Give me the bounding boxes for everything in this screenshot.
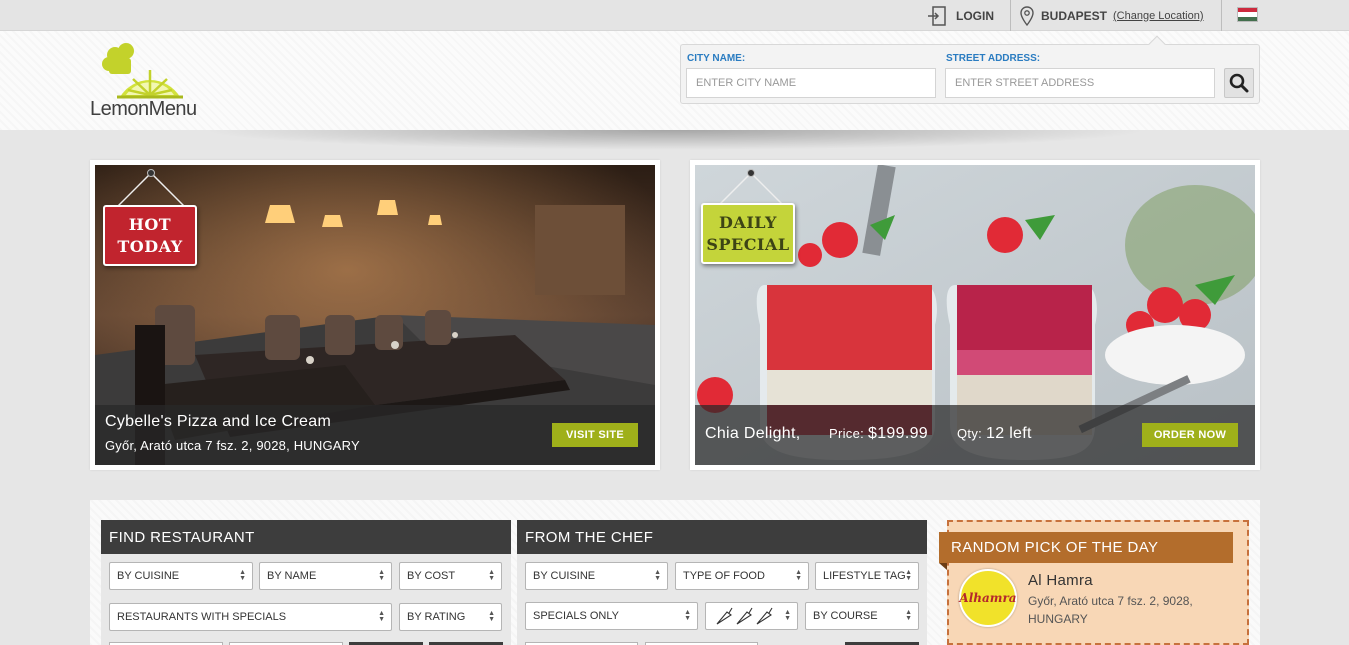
- select-value: BY COURSE: [813, 610, 878, 622]
- pointer-arrow: [1148, 35, 1166, 53]
- map-pin-icon: [1020, 5, 1034, 26]
- random-restaurant-address: Győr, Arató utca 7 fsz. 2, 9028, HUNGARY: [1028, 594, 1193, 626]
- top-bar: LOGIN BUDAPEST (Change Location): [0, 0, 1349, 31]
- street-address-label: STREET ADDRESS:: [946, 53, 1041, 64]
- by-rating-select[interactable]: BY RATING ▲ ▼: [399, 603, 502, 631]
- card-caption: Chia Delight, Price: $199.99 Qty: 12 lef…: [695, 405, 1255, 465]
- qty-label: Qty:: [957, 426, 983, 441]
- from-the-chef-panel: FROM THE CHEF BY CUISINE ▲ ▼ TYPE OF FOOD…: [517, 520, 927, 645]
- random-restaurant-name[interactable]: Al Hamra: [1028, 572, 1093, 589]
- brand-name: LemonMenu: [90, 98, 197, 120]
- dish-quantity: Qty: 12 left: [957, 425, 1032, 443]
- select-arrows-icon: ▲ ▼: [378, 610, 385, 623]
- panel-title: FIND RESTAURANT: [101, 520, 511, 554]
- login-label: LOGIN: [956, 8, 994, 23]
- tag-line: TODAY: [117, 236, 183, 256]
- daily-special-card: DAILY SPECIAL Chia Delight, Price: $199.9…: [690, 160, 1260, 470]
- random-pick-panel: RANDOM PICK OF THE DAY Alhamra Al Hamra …: [939, 520, 1249, 645]
- magnifier-icon: [1229, 73, 1249, 93]
- hot-today-tag: HOT TODAY: [103, 205, 197, 266]
- street-address-input[interactable]: [945, 68, 1215, 98]
- brand-logo[interactable]: LemonMenu: [90, 42, 210, 122]
- search-button[interactable]: [1224, 68, 1254, 98]
- header-shadow: [200, 130, 1150, 150]
- select-value: TYPE OF FOOD: [683, 570, 765, 582]
- order-now-button[interactable]: ORDER NOW: [1142, 423, 1238, 447]
- flag-stripe-green: [1238, 16, 1257, 21]
- card-caption: Cybelle's Pizza and Ice Cream Győr, Arat…: [95, 405, 655, 465]
- current-city: BUDAPEST: [1041, 8, 1108, 23]
- select-arrows-icon: ▲ ▼: [905, 569, 912, 582]
- select-arrows-icon: ▲ ▼: [654, 569, 661, 582]
- login-link[interactable]: LOGIN: [927, 0, 994, 31]
- select-arrows-icon: ▲ ▼: [239, 569, 246, 582]
- hot-today-card: HOT TODAY Cybelle's Pizza and Ice Cream G…: [90, 160, 660, 470]
- location-search-form: CITY NAME: STREET ADDRESS:: [680, 35, 1260, 104]
- visit-site-button[interactable]: VISIT SITE: [552, 423, 638, 447]
- select-arrows-icon: ▲ ▼: [488, 569, 495, 582]
- specials-only-select[interactable]: SPECIALS ONLY ▲ ▼: [525, 602, 698, 630]
- select-value: LIFESTYLE TAG: [823, 570, 906, 582]
- select-arrows-icon: ▲ ▼: [905, 609, 912, 622]
- select-arrows-icon: ▲ ▼: [795, 569, 802, 582]
- restaurant-name: Cybelle's Pizza and Ice Cream: [105, 413, 332, 430]
- panel-title: FROM THE CHEF: [517, 520, 927, 554]
- divider: [1221, 0, 1222, 31]
- header: LemonMenu CITY NAME: STREET ADDRESS:: [0, 31, 1349, 130]
- tag-line: SPECIAL: [706, 234, 790, 254]
- city-name-input[interactable]: [686, 68, 936, 98]
- tag-line: DAILY: [719, 212, 777, 232]
- select-value: BY CUISINE: [533, 570, 596, 582]
- find-restaurant-panel: FIND RESTAURANT BY CUISINE ▲ ▼ BY NAME ▲ ▼…: [101, 520, 511, 645]
- select-arrows-icon: ▲ ▼: [378, 569, 385, 582]
- type-of-food-select[interactable]: TYPE OF FOOD ▲ ▼: [675, 562, 809, 590]
- select-value: SPECIALS ONLY: [533, 610, 619, 622]
- logo-text: Alhamra: [959, 591, 1017, 605]
- select-value: BY NAME: [267, 570, 317, 582]
- lemon-chef-logo-icon: [102, 43, 183, 99]
- restaurant-address: Győr, Arató utca 7 fsz. 2, 9028, HUNGARY: [105, 438, 360, 453]
- change-location-link[interactable]: (Change Location): [1113, 10, 1204, 22]
- by-cuisine-select[interactable]: BY CUISINE ▲ ▼: [109, 562, 253, 590]
- select-value: BY CUISINE: [117, 570, 180, 582]
- random-pick-title: RANDOM PICK OF THE DAY: [939, 532, 1233, 563]
- restaurant-photo[interactable]: HOT TODAY Cybelle's Pizza and Ice Cream G…: [95, 165, 655, 465]
- location-selector: BUDAPEST (Change Location): [1020, 0, 1204, 31]
- select-value: BY COST: [407, 570, 456, 582]
- chef-by-cuisine-select[interactable]: BY CUISINE ▲ ▼: [525, 562, 668, 590]
- dish-name: Chia Delight,: [705, 425, 801, 443]
- spice-level-select[interactable]: ▲ ▼: [705, 602, 798, 630]
- ribbon-fold: [939, 563, 947, 570]
- lifestyle-tag-select[interactable]: LIFESTYLE TAG ▲ ▼: [815, 562, 919, 590]
- divider: [1010, 0, 1011, 31]
- tag-line: HOT: [128, 214, 172, 234]
- select-arrows-icon: ▲ ▼: [488, 610, 495, 623]
- dish-name-text: Chia Delight,: [705, 425, 801, 442]
- dish-photo[interactable]: DAILY SPECIAL Chia Delight, Price: $199.9…: [695, 165, 1255, 465]
- bottom-section: FIND RESTAURANT BY CUISINE ▲ ▼ BY NAME ▲ ▼…: [90, 500, 1260, 645]
- hungary-flag-icon[interactable]: [1237, 7, 1258, 22]
- select-arrows-icon: ▲ ▼: [784, 609, 791, 622]
- daily-special-tag: DAILY SPECIAL: [701, 203, 795, 264]
- restaurants-with-specials-select[interactable]: RESTAURANTS WITH SPECIALS ▲ ▼: [109, 603, 392, 631]
- restaurant-logo[interactable]: Alhamra: [959, 569, 1017, 627]
- chili-pepper-icon: [716, 607, 773, 625]
- city-name-label: CITY NAME:: [687, 53, 746, 64]
- by-cost-select[interactable]: BY COST ▲ ▼: [399, 562, 502, 590]
- login-icon: [928, 5, 946, 26]
- by-course-select[interactable]: BY COURSE ▲ ▼: [805, 602, 919, 630]
- select-arrows-icon: ▲ ▼: [684, 609, 691, 622]
- qty-value: 12 left: [986, 425, 1032, 442]
- dish-price: Price: $199.99: [829, 425, 928, 443]
- price-value: $199.99: [868, 425, 928, 442]
- price-label: Price:: [829, 426, 865, 441]
- select-value: BY RATING: [407, 611, 466, 623]
- select-value: RESTAURANTS WITH SPECIALS: [117, 611, 287, 623]
- by-name-select[interactable]: BY NAME ▲ ▼: [259, 562, 392, 590]
